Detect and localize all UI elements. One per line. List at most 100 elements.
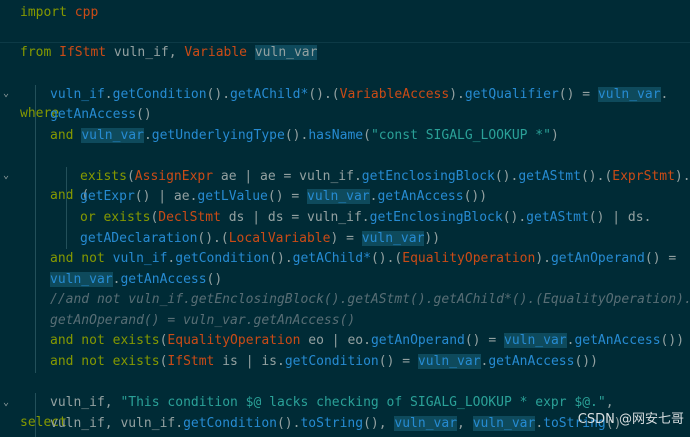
code-token: vuln_if, (106, 45, 185, 60)
code-token: () = (378, 354, 418, 369)
code-token: getAnOperand (550, 251, 645, 266)
code-token: () (206, 272, 223, 287)
code-text: vuln_if, vuln_if.getCondition().toString… (50, 414, 621, 434)
code-token: vuln_var (504, 333, 567, 348)
code-token: vuln_var (50, 272, 113, 287)
code-line[interactable]: and not exists(EqualityOperation eo | eo… (0, 331, 690, 351)
code-token: getAnAccess (574, 333, 661, 348)
code-token: getAChild* (292, 251, 371, 266)
code-line[interactable]: getAnAccess() (0, 105, 690, 125)
code-token: ().( (370, 251, 403, 266)
code-token: is | is. (214, 354, 285, 369)
code-token: exists (103, 210, 151, 225)
code-token: or (80, 210, 104, 225)
code-text: and vuln_var.getUnderlyingType().hasName… (50, 126, 559, 146)
code-token: EqualityOperation (402, 251, 536, 266)
code-line[interactable]: ⌄ select (0, 373, 690, 430)
code-line[interactable]: and not exists(IfStmt is | is.getConditi… (0, 352, 690, 372)
code-token: and not (50, 251, 113, 266)
code-token: vuln_if (50, 87, 105, 102)
code-token: and not (50, 354, 113, 369)
code-token: (). (269, 251, 293, 266)
code-token: . (660, 87, 669, 102)
code-text: //and not vuln_if.getEnclosingBlock().ge… (50, 290, 690, 310)
code-token: , (457, 416, 473, 431)
code-line[interactable]: vuln_if.getCondition().getAChild*().(Var… (0, 85, 690, 105)
code-line[interactable]: and vuln_var.getUnderlyingType().hasName… (0, 126, 690, 146)
code-token: () | ds. (588, 210, 652, 225)
code-line[interactable]: vuln_var.getAnAccess() (0, 270, 690, 290)
code-token: ds | ds = vuln_if. (220, 210, 370, 225)
code-token: (). (494, 169, 519, 184)
code-line[interactable]: and not vuln_if.getCondition().getAChild… (0, 249, 690, 269)
code-token: () = (558, 87, 598, 102)
code-token: getEnclosingBlock (369, 210, 503, 225)
code-text: or exists(DeclStmt ds | ds = vuln_if.get… (80, 208, 651, 228)
code-line[interactable]: //and not vuln_if.getEnclosingBlock().ge… (0, 290, 690, 310)
code-token: getEnclosingBlock (361, 169, 495, 184)
code-text: and not vuln_if.getCondition().getAChild… (50, 249, 676, 269)
code-token: getCondition (175, 251, 270, 266)
code-token: "This condition $@ lacks checking of SIG… (120, 395, 606, 410)
code-text: getADeclaration().(LocalVariable) = vuln… (80, 229, 440, 249)
indent-guide (35, 85, 36, 373)
code-token: vuln_var (307, 189, 370, 204)
code-token: hasName (308, 128, 364, 143)
code-line[interactable]: getAnOperand() = vuln_var.getAnAccess() (0, 311, 690, 331)
code-line[interactable]: ⌄ where (0, 64, 690, 121)
code-text: vuln_if.getCondition().getAChild*().(Var… (50, 85, 668, 105)
code-token: getAnAccess (377, 189, 464, 204)
code-token: EqualityOperation (167, 333, 301, 348)
indent-guide (35, 393, 36, 437)
code-token: getLValue (197, 189, 268, 204)
code-token: () = (267, 189, 308, 204)
code-text: vuln_var.getAnAccess() (50, 270, 222, 290)
code-editor[interactable]: import cpp from IfStmt vuln_if, Variable… (0, 0, 690, 437)
code-line[interactable]: or exists(DeclStmt ds | ds = vuln_if.get… (0, 208, 690, 228)
code-token: ( (126, 169, 135, 184)
code-token: //and not vuln_if.getEnclosingBlock().ge… (50, 292, 690, 307)
code-text: exists(AssignExpr ae | ae = vuln_if.getE… (80, 167, 690, 187)
code-token: (). (276, 416, 301, 431)
code-token: ExprStmt (612, 169, 675, 184)
code-token: ( (363, 128, 371, 143)
code-token: IfStmt (59, 45, 107, 60)
code-token: IfStmt (167, 354, 215, 369)
code-line[interactable]: ⌄ and ( (0, 146, 690, 203)
watermark-text: CSDN @网安七哥 (577, 412, 684, 427)
code-token: vuln_var (597, 87, 661, 102)
code-token: and not (50, 333, 113, 348)
code-token: ae | ae = vuln_if. (213, 169, 362, 184)
code-text: getExpr() | ae.getLValue() = vuln_var.ge… (80, 187, 487, 207)
code-token: . (104, 87, 113, 102)
code-token: DeclStmt (158, 210, 221, 225)
code-token: ().( (308, 87, 340, 102)
code-token: getCondition (183, 416, 277, 431)
code-token: getAnOperand (370, 333, 465, 348)
code-line[interactable]: import cpp (0, 3, 690, 23)
code-token: exists (80, 169, 127, 184)
code-token: getAStmt (518, 169, 581, 184)
code-token: cpp (74, 5, 99, 20)
code-token: Variable (184, 45, 248, 60)
code-token: getUnderlyingType (151, 128, 285, 143)
code-token: toString (300, 416, 364, 431)
code-text: getAnAccess() (50, 105, 152, 125)
code-line[interactable]: from IfStmt vuln_if, Variable vuln_var (0, 43, 690, 63)
code-line[interactable]: exists(AssignExpr ae | ae = vuln_if.getE… (0, 167, 690, 187)
code-token: (). (206, 87, 231, 102)
code-token: exists (112, 333, 160, 348)
code-token: vuln_var (417, 354, 481, 369)
code-line[interactable]: getADeclaration().(LocalVariable) = vuln… (0, 229, 690, 249)
code-token: )) (424, 231, 441, 246)
code-token: VariableAccess (339, 87, 450, 102)
code-text: from IfStmt vuln_if, Variable vuln_var (20, 43, 318, 63)
code-token: (), (363, 416, 395, 431)
code-token: () (136, 107, 152, 122)
code-token: eo | eo. (300, 333, 371, 348)
code-line[interactable] (0, 23, 690, 43)
code-token: vuln_if, (50, 395, 121, 410)
code-token: vuln_var (472, 416, 536, 431)
code-line[interactable]: getExpr() | ae.getLValue() = vuln_var.ge… (0, 187, 690, 207)
